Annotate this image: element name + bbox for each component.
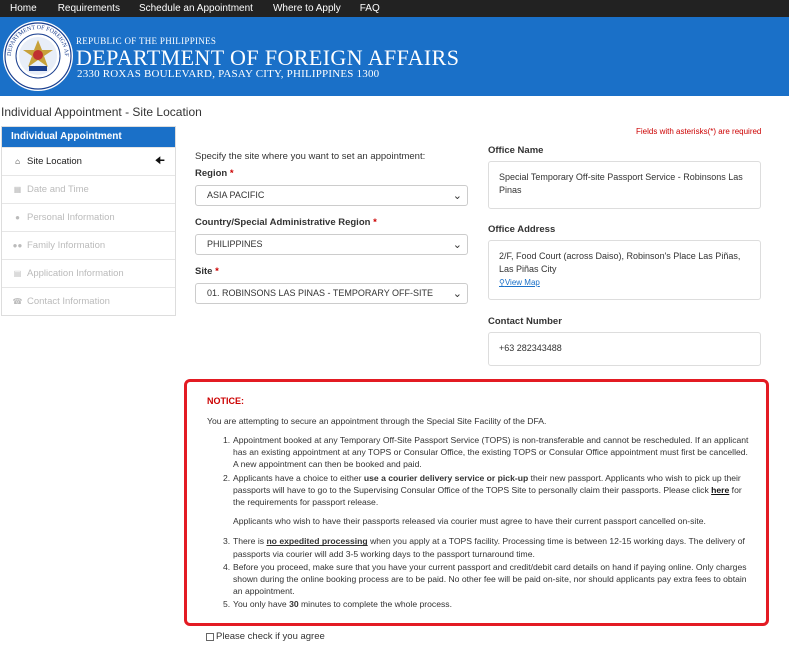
region-select[interactable]: ASIA PACIFIC ⌄: [195, 185, 468, 206]
contact-number-box: +63 282343488: [488, 332, 761, 366]
header-banner: DEPARTMENT OF FOREIGN AFFAIRS REPUBLIC O…: [0, 17, 789, 96]
sidebar-item-label: Family Information: [27, 240, 106, 251]
card-icon: ▤: [13, 269, 22, 278]
office-name-box: Special Temporary Off-site Passport Serv…: [488, 161, 761, 209]
sidebar-item-contact-info[interactable]: ☎ Contact Information: [2, 287, 175, 315]
top-nav: Home Requirements Schedule an Appointmen…: [0, 0, 789, 17]
agree-label: Please check if you agree: [216, 631, 325, 642]
chevron-down-icon: ⌄: [452, 239, 462, 251]
sidebar-item-label: Date and Time: [27, 184, 89, 195]
notice-box: NOTICE: You are attempting to secure an …: [184, 379, 769, 626]
office-address-box: 2/F, Food Court (across Daiso), Robinson…: [488, 240, 761, 300]
sidebar-item-date-time[interactable]: ▦ Date and Time: [2, 175, 175, 203]
notice-item: 2. Applicants have a choice to either us…: [223, 472, 742, 527]
chevron-down-icon: ⌄: [452, 288, 462, 300]
site-instructions: Specify the site where you want to set a…: [195, 151, 426, 162]
notice-item: 4. Before you proceed, make sure that yo…: [223, 561, 747, 597]
required-note: Fields with asterisks(*) are required: [636, 127, 762, 136]
nav-requirements[interactable]: Requirements: [58, 3, 120, 14]
phone-icon: ☎: [12, 297, 23, 306]
site-label: Site *: [195, 266, 219, 277]
sidebar-item-application-info[interactable]: ▤ Application Information: [2, 259, 175, 287]
users-icon: ●●: [12, 241, 23, 250]
user-icon: ●: [15, 213, 20, 222]
arrow-left-icon: 🠈: [154, 155, 165, 167]
sidebar-item-personal-info[interactable]: ● Personal Information: [2, 203, 175, 231]
site-select[interactable]: 01. ROBINSONS LAS PINAS - TEMPORARY OFF-…: [195, 283, 468, 304]
notice-item: 5. You only have 30 minutes to complete …: [223, 599, 452, 610]
agree-row[interactable]: Please check if you agree: [206, 631, 325, 642]
office-name-value: Special Temporary Off-site Passport Serv…: [499, 172, 743, 195]
region-label: Region *: [195, 168, 234, 179]
banner-address: 2330 ROXAS BOULEVARD, PASAY CITY, PHILIP…: [77, 68, 380, 80]
view-map-link[interactable]: ⚲View Map: [499, 278, 540, 287]
nav-where-to-apply[interactable]: Where to Apply: [273, 3, 341, 14]
sidebar-item-label: Contact Information: [27, 296, 110, 307]
nav-faq[interactable]: FAQ: [360, 3, 380, 14]
sidebar-item-label: Application Information: [27, 268, 124, 279]
nav-home[interactable]: Home: [10, 3, 37, 14]
sidebar-item-family-info[interactable]: ●● Family Information: [2, 231, 175, 259]
nav-schedule[interactable]: Schedule an Appointment: [139, 3, 253, 14]
calendar-icon: ▦: [13, 185, 22, 194]
notice-title: NOTICE:: [207, 396, 244, 406]
country-select[interactable]: PHILIPPINES ⌄: [195, 234, 468, 255]
notice-list: 1. Appointment booked at any Temporary O…: [223, 434, 753, 612]
sidebar-heading: Individual Appointment: [2, 127, 175, 147]
sidebar-item-label: Site Location: [27, 156, 82, 167]
notice-item: 3. There is no expedited processing when…: [223, 536, 745, 559]
dfa-seal-logo: DEPARTMENT OF FOREIGN AFFAIRS: [2, 18, 73, 91]
page-title: Individual Appointment - Site Location: [1, 105, 202, 119]
home-icon: ⌂: [15, 157, 20, 166]
sidebar-item-site-location[interactable]: ⌂ Site Location 🠈: [2, 147, 175, 175]
country-label: Country/Special Administrative Region *: [195, 217, 377, 228]
banner-department: DEPARTMENT OF FOREIGN AFFAIRS: [76, 45, 460, 70]
steps-sidebar: Individual Appointment ⌂ Site Location 🠈…: [1, 126, 176, 316]
chevron-down-icon: ⌄: [452, 190, 462, 202]
office-address-value: 2/F, Food Court (across Daiso), Robinson…: [499, 251, 741, 274]
agree-checkbox[interactable]: [206, 632, 214, 641]
contact-number-value: +63 282343488: [499, 343, 562, 353]
office-name-label: Office Name: [488, 145, 544, 156]
office-address-label: Office Address: [488, 224, 556, 235]
requirements-here-link[interactable]: here: [711, 485, 729, 495]
sidebar-item-label: Personal Information: [27, 212, 115, 223]
notice-intro: You are attempting to secure an appointm…: [207, 416, 547, 426]
contact-number-label: Contact Number: [488, 316, 562, 327]
notice-item: 1. Appointment booked at any Temporary O…: [223, 435, 749, 470]
